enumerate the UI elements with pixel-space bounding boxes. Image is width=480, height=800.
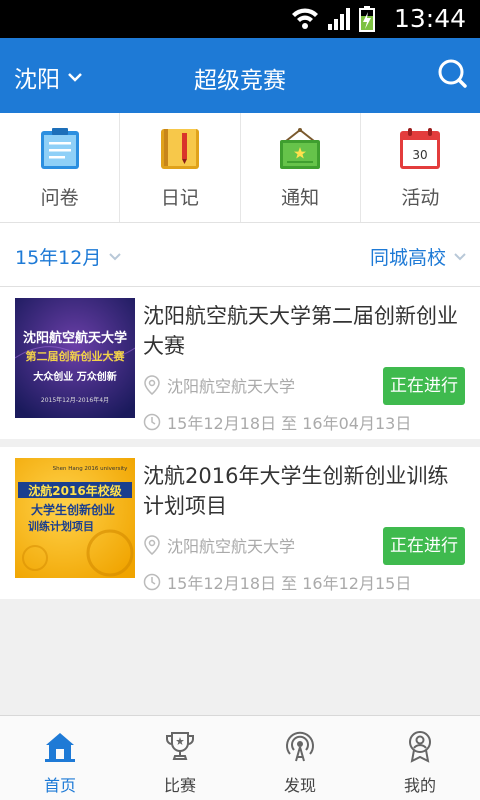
- diary-icon: [160, 129, 199, 169]
- chevron-down-icon: [109, 252, 122, 260]
- clock-icon: [143, 573, 161, 591]
- poster-text: Shen Hang 2016 university: [53, 466, 129, 472]
- quick-item-label: 日记: [160, 187, 199, 209]
- quick-item-activity[interactable]: 30 活动: [361, 113, 480, 222]
- app-bar: 沈阳 超级竞赛: [0, 38, 480, 113]
- competition-title: 沈阳航空航天大学第二届创新创业大赛: [143, 304, 458, 358]
- competition-card[interactable]: Shen Hang 2016 university 沈航2016年校级 大学生创…: [0, 447, 480, 599]
- clock-icon: [143, 413, 161, 431]
- quick-item-label: 活动: [401, 187, 440, 209]
- date-text: 15年12月18日 至 16年04月13日: [167, 414, 412, 433]
- clock: 13:44: [393, 4, 466, 33]
- location-pin-icon: [144, 535, 160, 555]
- questionnaire-icon: [40, 128, 79, 169]
- status-badge: 正在进行: [383, 367, 465, 405]
- month-filter[interactable]: 15年12月: [15, 243, 122, 270]
- nav-discover[interactable]: 发现: [240, 716, 360, 800]
- location-text: 沈阳航空航天大学: [167, 377, 296, 396]
- month-filter-label: 15年12月: [15, 247, 102, 269]
- competition-card[interactable]: 沈阳航空航天大学 第二届创新创业大赛 大众创业 万众创新 2015年12月-20…: [0, 287, 480, 439]
- signal-icon: [328, 8, 350, 30]
- wifi-icon: [292, 8, 318, 29]
- competition-location: 沈阳航空航天大学: [143, 373, 295, 397]
- location-pin-icon: [144, 375, 160, 395]
- nav-label: 首页: [43, 776, 76, 795]
- quick-item-diary[interactable]: 日记: [120, 113, 241, 222]
- poster-text: 第二届创新创业大赛: [26, 349, 126, 363]
- trophy-icon: [166, 732, 194, 760]
- quick-menu: 问卷 日记 通知 30 活动: [0, 113, 480, 223]
- quick-item-notice[interactable]: 通知: [241, 113, 361, 222]
- poster-text: 沈航2016年校级: [28, 483, 121, 498]
- competition-poster: 沈阳航空航天大学 第二届创新创业大赛 大众创业 万众创新 2015年12月-20…: [15, 298, 135, 418]
- calendar-day-text: 30: [413, 148, 428, 162]
- home-icon: [45, 733, 75, 762]
- system-status-icons: [292, 6, 375, 32]
- status-badge: 正在进行: [383, 527, 465, 565]
- calendar-icon: 30: [400, 128, 441, 169]
- quick-item-questionnaire[interactable]: 问卷: [0, 113, 121, 222]
- nav-label: 我的: [403, 776, 436, 795]
- battery-icon: [359, 6, 375, 32]
- profile-icon: [409, 731, 431, 763]
- competition-date: 15年12月18日 至 16年04月13日: [143, 410, 411, 434]
- date-text: 15年12月18日 至 16年12月15日: [167, 574, 412, 593]
- status-bar: 13:44: [0, 0, 480, 38]
- poster-text: 沈阳航空航天大学: [23, 330, 127, 346]
- search-icon[interactable]: [436, 58, 468, 90]
- nav-home[interactable]: 首页: [0, 716, 120, 800]
- filter-bar: 15年12月 同城高校: [0, 223, 480, 287]
- quick-item-label: 通知: [281, 187, 320, 209]
- poster-text: 训练计划项目: [28, 519, 94, 533]
- nav-competitions[interactable]: 比赛: [120, 716, 240, 800]
- poster-text: 2015年12月-2016年4月: [41, 396, 109, 404]
- scope-filter-label: 同城高校: [369, 247, 446, 269]
- notice-icon: [280, 128, 321, 169]
- discover-icon: [286, 731, 314, 762]
- chevron-down-icon: [454, 252, 466, 260]
- poster-text: 大众创业 万众创新: [33, 370, 116, 383]
- quick-item-label: 问卷: [40, 187, 79, 209]
- competition-title: 沈航2016年大学生创新创业训练计划项目: [143, 464, 449, 518]
- scope-filter[interactable]: 同城高校: [370, 243, 466, 270]
- competition-location: 沈阳航空航天大学: [143, 533, 295, 557]
- poster-text: 大学生创新创业: [31, 502, 115, 517]
- nav-label: 发现: [283, 776, 316, 795]
- location-text: 沈阳航空航天大学: [167, 537, 296, 556]
- bottom-nav: 首页 比赛 发现 我的: [0, 715, 480, 800]
- competition-poster: Shen Hang 2016 university 沈航2016年校级 大学生创…: [15, 458, 135, 578]
- nav-label: 比赛: [163, 776, 196, 795]
- competition-date: 15年12月18日 至 16年12月15日: [143, 570, 411, 594]
- page-title: 超级竞赛: [194, 68, 286, 94]
- nav-profile[interactable]: 我的: [360, 716, 480, 800]
